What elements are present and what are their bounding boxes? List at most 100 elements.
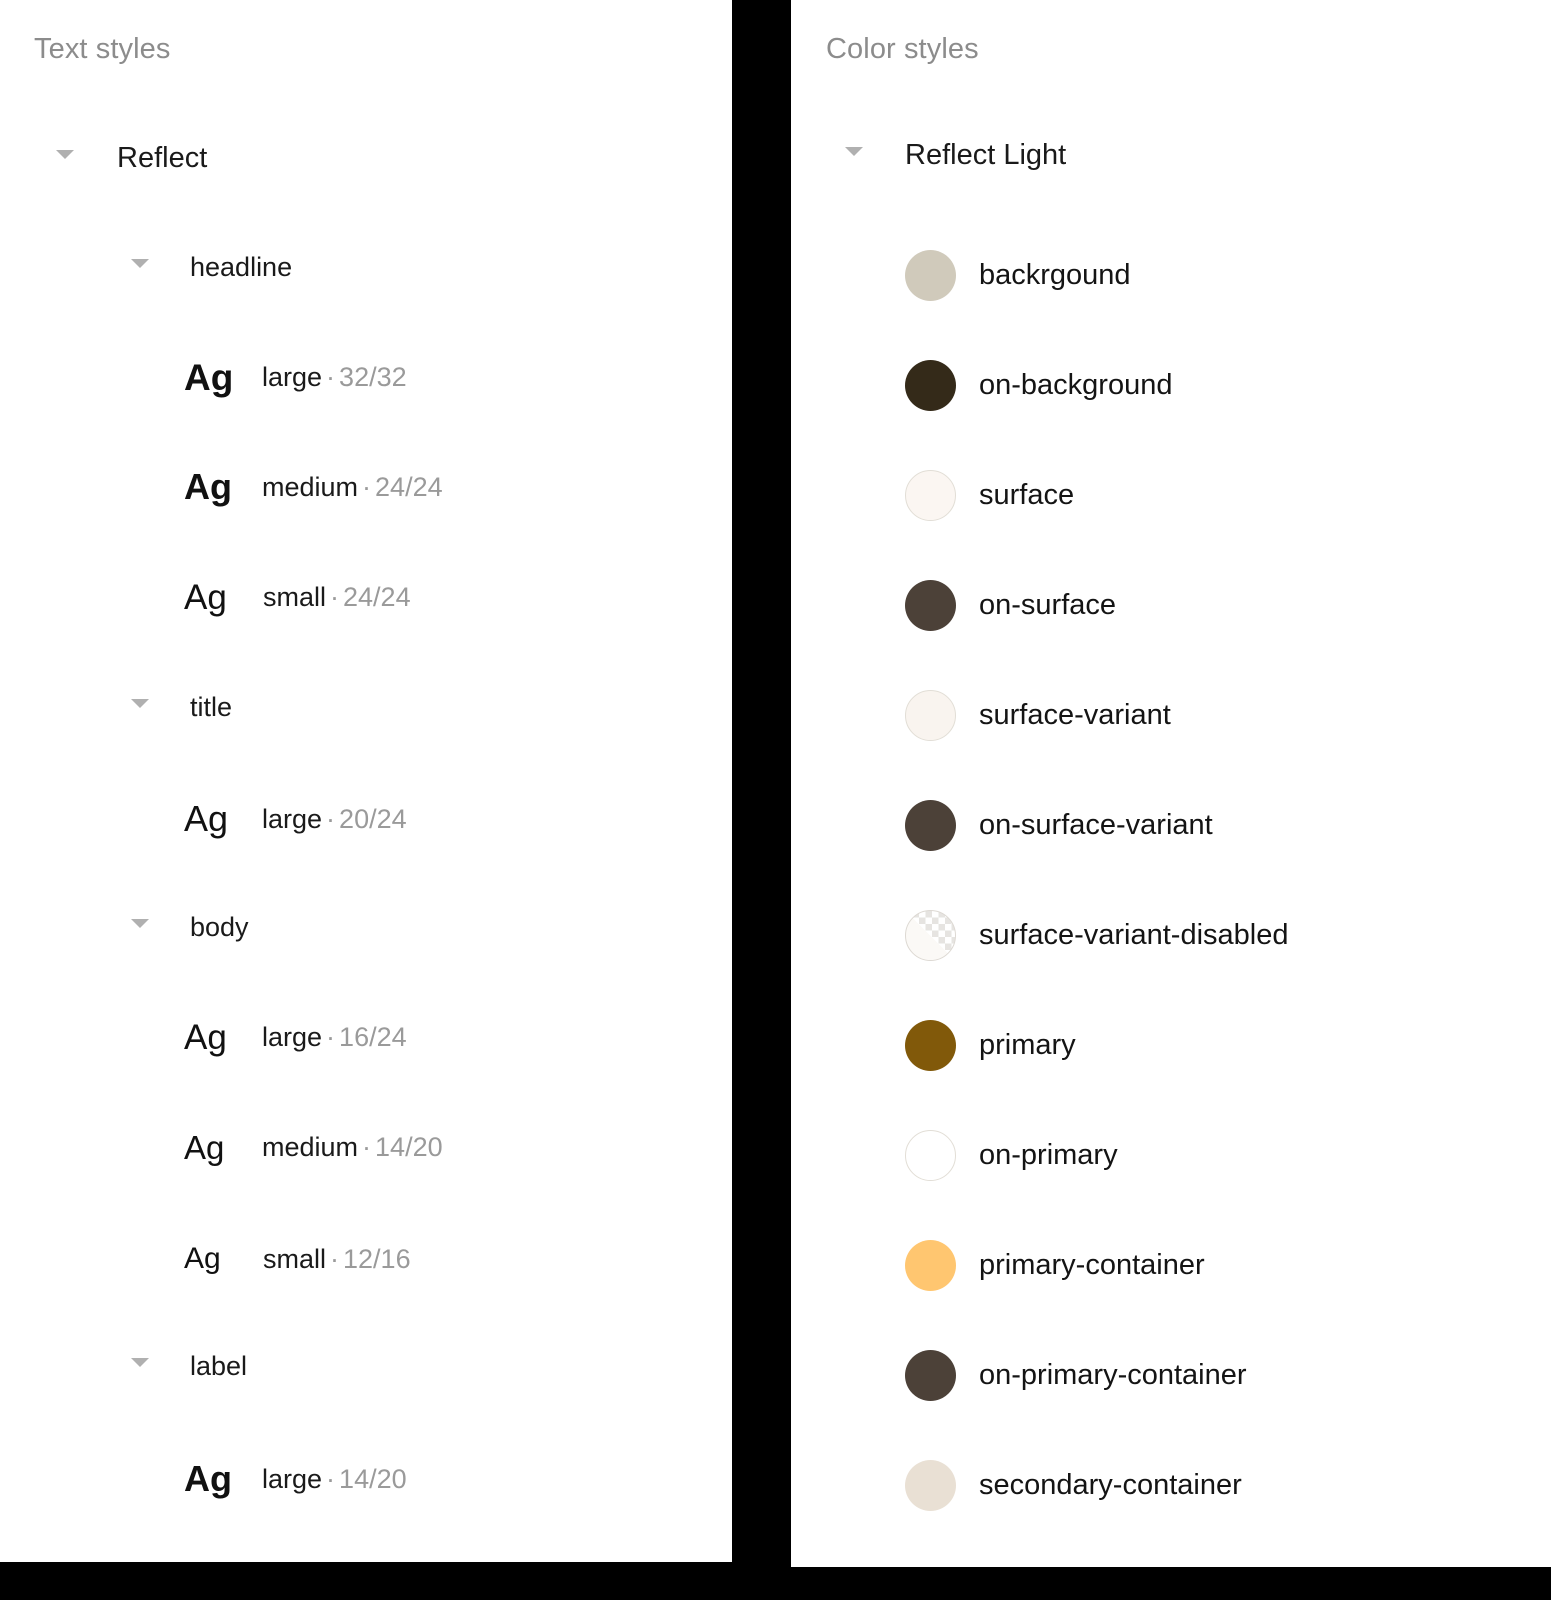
- text-style-metrics: 20/24: [339, 803, 407, 834]
- text-style-separator: ·: [330, 581, 340, 612]
- color-style-label: secondary-container: [979, 1468, 1242, 1501]
- chevron-down-icon-reflect[interactable]: [56, 150, 74, 159]
- text-style-name: small: [263, 581, 327, 612]
- color-swatch-primary[interactable]: [905, 1019, 956, 1071]
- color-swatch-on-background[interactable]: [905, 359, 956, 411]
- color-swatch-on-primary[interactable]: [905, 1129, 956, 1181]
- color-styles-panel: Color styles Reflect Light backrgound on…: [791, 0, 1551, 1567]
- text-style-separator: ·: [326, 1463, 336, 1494]
- text-style-name: large: [262, 803, 323, 834]
- color-swatch-surface-variant[interactable]: [905, 689, 956, 741]
- color-style-label: primary: [979, 1028, 1076, 1061]
- text-style-meta: small · 12/16: [263, 1244, 411, 1275]
- tree-group-reflect[interactable]: Reflect: [117, 142, 207, 175]
- color-style-row[interactable]: surface-variant: [791, 679, 1551, 751]
- text-style-metrics: 24/24: [375, 471, 443, 502]
- chevron-down-icon-label[interactable]: [131, 1358, 149, 1367]
- screenshot-stage: Text styles Reflect headline Ag large · 32…: [0, 0, 1551, 1600]
- chevron-down-icon-headline[interactable]: [131, 259, 149, 268]
- text-style-meta: medium · 24/24: [262, 472, 443, 503]
- color-style-row[interactable]: backrgound: [791, 239, 1551, 311]
- color-style-label: on-surface: [979, 588, 1117, 621]
- color-style-row[interactable]: surface-variant-disabled: [791, 899, 1551, 971]
- text-style-metrics: 24/24: [343, 581, 411, 612]
- text-style-metrics: 16/24: [339, 1021, 407, 1052]
- color-style-label: on-background: [979, 368, 1173, 401]
- text-styles-heading: Text styles: [34, 33, 171, 65]
- chevron-down-icon-title[interactable]: [131, 699, 149, 708]
- text-style-separator: ·: [326, 1021, 336, 1052]
- color-swatch-secondary-container[interactable]: [905, 1459, 956, 1511]
- color-style-label: on-surface-variant: [979, 808, 1213, 841]
- text-style-separator: ·: [326, 361, 336, 392]
- text-style-name: small: [263, 1243, 327, 1274]
- text-style-separator: ·: [362, 1131, 372, 1162]
- tree-group-label[interactable]: label: [190, 1351, 247, 1382]
- color-swatch-on-surface-variant[interactable]: [905, 799, 956, 851]
- color-style-row[interactable]: on-primary-container: [791, 1339, 1551, 1411]
- color-style-label: surface-variant-disabled: [979, 918, 1289, 951]
- text-style-name: large: [262, 1463, 323, 1494]
- text-style-separator: ·: [330, 1243, 340, 1274]
- text-style-metrics: 14/20: [375, 1131, 443, 1162]
- color-style-row[interactable]: secondary-container: [791, 1449, 1551, 1521]
- text-styles-panel: Text styles Reflect headline Ag large · 32…: [0, 0, 732, 1562]
- color-swatch-backrgound[interactable]: [905, 249, 956, 301]
- text-style-row[interactable]: Ag large · 14/20: [0, 1447, 732, 1511]
- text-style-metrics: 32/32: [339, 361, 407, 392]
- text-style-separator: ·: [362, 471, 372, 502]
- text-style-row[interactable]: Ag large · 20/24: [0, 787, 732, 851]
- color-style-row[interactable]: on-background: [791, 349, 1551, 421]
- tree-group-title[interactable]: title: [190, 692, 232, 723]
- text-sample-glyph: Ag: [184, 1017, 227, 1057]
- text-style-meta: large · 32/32: [262, 362, 407, 393]
- text-style-meta: large · 14/20: [262, 1464, 407, 1495]
- color-style-row[interactable]: on-surface: [791, 569, 1551, 641]
- text-style-name: medium: [262, 1131, 359, 1162]
- color-style-label: on-primary: [979, 1138, 1118, 1171]
- text-style-row[interactable]: Ag small · 12/16: [0, 1227, 732, 1291]
- color-style-label: backrgound: [979, 258, 1131, 291]
- text-style-meta: large · 16/24: [262, 1022, 407, 1053]
- text-style-row[interactable]: Ag small · 24/24: [0, 565, 732, 629]
- color-style-row[interactable]: primary-container: [791, 1229, 1551, 1301]
- color-style-label: surface-variant: [979, 698, 1171, 731]
- color-swatch-primary-container[interactable]: [905, 1239, 956, 1291]
- text-style-separator: ·: [326, 803, 336, 834]
- text-style-row[interactable]: Ag large · 16/24: [0, 1005, 732, 1069]
- tree-group-reflect-light[interactable]: Reflect Light: [905, 139, 1066, 172]
- text-sample-glyph: Ag: [184, 1128, 225, 1166]
- color-swatch-surface-variant-disabled[interactable]: [905, 909, 956, 961]
- text-style-name: large: [262, 1021, 323, 1052]
- text-sample-glyph: Ag: [184, 466, 232, 507]
- text-sample-glyph: Ag: [184, 1242, 221, 1275]
- color-style-label: primary-container: [979, 1248, 1205, 1281]
- text-style-meta: small · 24/24: [263, 582, 411, 613]
- text-sample-glyph: Ag: [184, 356, 234, 398]
- color-swatch-on-primary-container[interactable]: [905, 1349, 956, 1401]
- text-style-row[interactable]: Ag medium · 24/24: [0, 455, 732, 519]
- text-style-name: medium: [262, 471, 359, 502]
- text-style-meta: large · 20/24: [262, 804, 407, 835]
- text-style-row[interactable]: Ag large · 32/32: [0, 345, 732, 409]
- chevron-down-icon-body[interactable]: [131, 919, 149, 928]
- text-style-name: large: [262, 361, 323, 392]
- chevron-down-icon-reflect-light[interactable]: [845, 147, 863, 156]
- color-style-row[interactable]: on-primary: [791, 1119, 1551, 1191]
- text-style-metrics: 12/16: [343, 1243, 411, 1274]
- tree-group-body[interactable]: body: [190, 912, 249, 943]
- text-style-metrics: 14/20: [339, 1463, 407, 1494]
- tree-group-headline[interactable]: headline: [190, 252, 292, 283]
- text-style-row[interactable]: Ag medium · 14/20: [0, 1115, 732, 1179]
- text-sample-glyph: Ag: [184, 1458, 232, 1499]
- color-style-row[interactable]: on-surface-variant: [791, 789, 1551, 861]
- color-styles-heading: Color styles: [826, 33, 979, 65]
- color-swatch-surface[interactable]: [905, 469, 956, 521]
- color-style-row[interactable]: surface: [791, 459, 1551, 531]
- text-sample-glyph: Ag: [184, 577, 227, 617]
- color-style-label: on-primary-container: [979, 1358, 1247, 1391]
- color-swatch-on-surface[interactable]: [905, 579, 956, 631]
- color-style-row[interactable]: primary: [791, 1009, 1551, 1081]
- text-sample-glyph: Ag: [184, 798, 229, 839]
- text-style-meta: medium · 14/20: [262, 1132, 443, 1163]
